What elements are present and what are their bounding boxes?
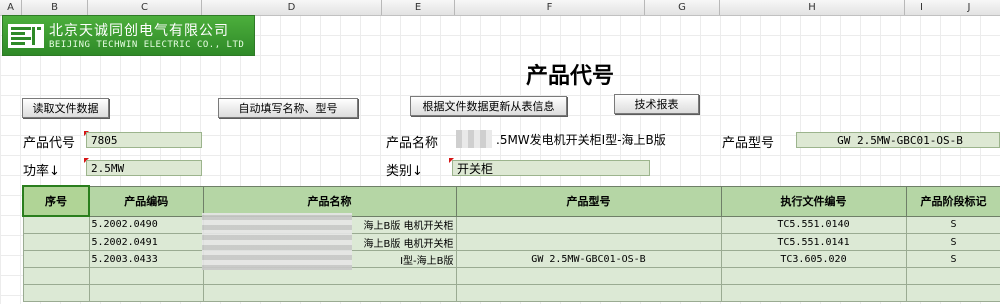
page-title: 产品代号 xyxy=(525,64,614,89)
column-header-f[interactable]: F xyxy=(455,0,645,15)
model-cell[interactable] xyxy=(455,267,722,285)
model-cell[interactable]: GW 2.5MW-GBC01-OS-B xyxy=(455,250,722,268)
column-header-d[interactable]: D xyxy=(202,0,382,15)
docno-cell[interactable] xyxy=(720,284,907,302)
docno-cell[interactable]: TC5.551.0140 xyxy=(720,215,907,234)
column-header-g[interactable]: G xyxy=(645,0,720,15)
stage-cell[interactable]: S xyxy=(905,233,1000,251)
stage-cell[interactable] xyxy=(905,267,1000,285)
table-row xyxy=(22,267,1000,285)
table-row: 5.2003.0433 I型-海上B版 GW 2.5MW-GBC01-OS-B … xyxy=(22,250,1000,268)
docno-cell[interactable]: TC5.551.0141 xyxy=(720,233,907,251)
stage-cell[interactable] xyxy=(905,284,1000,302)
product-name-field[interactable]: .5MW发电机开关柜I型-海上B版 xyxy=(492,132,705,148)
column-header-bar: A B C D E F G H I J xyxy=(0,0,1000,16)
company-name-cn: 北京天诚同创电气有限公司 xyxy=(49,23,229,39)
column-serial-header[interactable]: 序号 xyxy=(22,185,90,217)
column-model-header[interactable]: 产品型号 xyxy=(455,185,722,217)
power-field[interactable]: 2.5MW xyxy=(86,160,202,176)
category-label: 类别↓ xyxy=(386,164,423,179)
table-header-row: 序号 产品编码 产品名称 产品型号 执行文件编号 产品阶段标记 xyxy=(22,185,1000,217)
model-cell[interactable] xyxy=(455,233,722,251)
serial-cell[interactable] xyxy=(22,233,90,251)
docno-cell[interactable] xyxy=(720,267,907,285)
category-field[interactable]: 开关柜 xyxy=(452,160,650,176)
name-cell[interactable] xyxy=(202,267,457,285)
docno-cell[interactable]: TC3.605.020 xyxy=(720,250,907,268)
product-table: 序号 产品编码 产品名称 产品型号 执行文件编号 产品阶段标记 5.2002.0… xyxy=(22,185,1000,302)
code-cell[interactable]: 5.2003.0433 xyxy=(88,250,204,268)
stage-cell[interactable]: S xyxy=(905,250,1000,268)
product-name-label: 产品名称 xyxy=(386,136,439,151)
code-cell[interactable]: 5.2002.0491 xyxy=(88,233,204,251)
column-header-e[interactable]: E xyxy=(382,0,455,15)
product-model-field[interactable]: GW 2.5MW-GBC01-OS-B xyxy=(796,132,1000,148)
serial-cell[interactable] xyxy=(22,267,90,285)
update-from-table-button[interactable]: 根据文件数据更新从表信息 xyxy=(410,96,567,116)
name-cell[interactable] xyxy=(202,284,457,302)
company-logo-icon xyxy=(8,24,44,48)
read-data-button[interactable]: 读取文件数据 xyxy=(22,98,109,118)
company-name-en: BEIJING TECHWIN ELECTRIC CO., LTD xyxy=(49,40,245,50)
model-cell[interactable] xyxy=(455,284,722,302)
column-header-b[interactable]: B xyxy=(22,0,88,15)
column-header-j[interactable]: J xyxy=(938,0,1000,15)
product-model-label: 产品型号 xyxy=(722,136,775,151)
column-name-header[interactable]: 产品名称 xyxy=(202,185,457,217)
column-header-i[interactable]: I xyxy=(905,0,938,15)
tech-report-button[interactable]: 技术报表 xyxy=(614,94,699,114)
serial-cell[interactable] xyxy=(22,284,90,302)
column-header-c[interactable]: C xyxy=(88,0,202,15)
redacted-area xyxy=(202,213,352,270)
column-stage-header[interactable]: 产品阶段标记 xyxy=(905,185,1000,217)
table-row: 5.2002.0491 海上B版 电机开关柜 TC5.551.0141 S xyxy=(22,233,1000,251)
table-row xyxy=(22,284,1000,302)
stage-cell[interactable]: S xyxy=(905,215,1000,234)
column-code-header[interactable]: 产品编码 xyxy=(88,185,204,217)
code-cell[interactable] xyxy=(88,284,204,302)
column-header-a[interactable]: A xyxy=(0,0,22,15)
serial-cell[interactable] xyxy=(22,250,90,268)
column-header-h[interactable]: H xyxy=(720,0,905,15)
auto-fill-button[interactable]: 自动填写名称、型号 xyxy=(218,98,358,118)
product-code-field[interactable]: 7805 xyxy=(86,132,202,148)
company-logo: 北京天诚同创电气有限公司 BEIJING TECHWIN ELECTRIC CO… xyxy=(2,15,255,56)
redacted-area xyxy=(456,130,492,148)
column-docno-header[interactable]: 执行文件编号 xyxy=(720,185,907,217)
table-row: 5.2002.0490 海上B版 电机开关柜 TC5.551.0140 S xyxy=(22,215,1000,234)
product-code-label: 产品代号 xyxy=(23,136,76,151)
code-cell[interactable] xyxy=(88,267,204,285)
code-cell[interactable]: 5.2002.0490 xyxy=(88,215,204,234)
power-label: 功率↓ xyxy=(23,164,60,179)
serial-cell[interactable] xyxy=(22,215,90,234)
model-cell[interactable] xyxy=(455,215,722,234)
